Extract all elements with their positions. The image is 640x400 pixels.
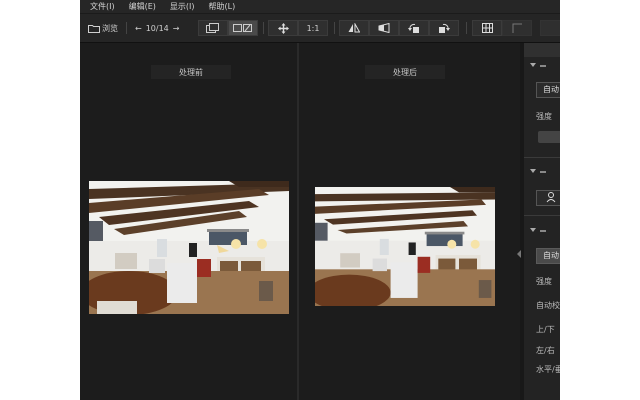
prev-image-button[interactable]: ← bbox=[135, 24, 142, 33]
compare-side-by-side-icon bbox=[206, 23, 219, 33]
toolbar-separator bbox=[263, 22, 264, 34]
rotate-right-icon bbox=[439, 23, 450, 33]
room-photo-before bbox=[89, 181, 289, 314]
rotate-right-button[interactable] bbox=[429, 20, 459, 36]
menu-file[interactable]: 文件(I) bbox=[90, 0, 115, 13]
panel-tab-bar bbox=[524, 43, 560, 57]
perspective-icon bbox=[378, 23, 390, 33]
section-icon bbox=[540, 230, 546, 232]
toolbar-separator bbox=[126, 22, 127, 34]
section-icon bbox=[540, 171, 546, 173]
face-detect-button[interactable] bbox=[536, 190, 560, 206]
before-pane: 处理前 bbox=[80, 43, 297, 400]
after-pane: 处理后 bbox=[299, 43, 520, 400]
menu-bar: 文件(I) 编辑(E) 显示(I) 帮助(L) bbox=[80, 0, 560, 13]
pan-move-button[interactable] bbox=[268, 20, 298, 36]
left-right-label: 左/右 bbox=[536, 346, 555, 355]
person-detect-icon bbox=[546, 192, 556, 203]
folder-icon bbox=[88, 24, 100, 33]
collapse-triangle-icon bbox=[530, 63, 536, 67]
strength-label: 强度 bbox=[536, 112, 552, 121]
before-image bbox=[89, 181, 289, 314]
after-image bbox=[315, 187, 495, 306]
pan-move-icon bbox=[277, 22, 289, 34]
grid-button[interactable] bbox=[472, 20, 502, 36]
panel-collapse-arrow-icon[interactable] bbox=[517, 250, 521, 258]
horizontal-vertical-label: 水平/垂直 bbox=[536, 365, 560, 374]
strength-label: 强度 bbox=[536, 277, 552, 286]
crop-button[interactable] bbox=[502, 20, 532, 36]
next-image-button[interactable]: → bbox=[173, 24, 180, 33]
page-counter: 10/14 bbox=[145, 23, 169, 33]
grid-icon bbox=[481, 23, 493, 33]
auto-correct-label: 自动校正 bbox=[536, 301, 560, 310]
browse-button[interactable]: 浏览 bbox=[88, 21, 118, 35]
adjustment-panel: 自动 强度 自动 强度 自动校正 上/下 左/右 水平/垂直 bbox=[524, 43, 560, 400]
compare-split-button[interactable] bbox=[228, 20, 258, 36]
menu-view[interactable]: 显示(I) bbox=[170, 0, 195, 13]
browse-label: 浏览 bbox=[102, 23, 118, 33]
mirror-horizontal-icon bbox=[348, 23, 360, 33]
toolbar: 浏览 ← 10/14 → 1:1 bbox=[80, 14, 560, 43]
room-photo-after bbox=[315, 187, 495, 306]
perspective-button[interactable] bbox=[369, 20, 399, 36]
mirror-button[interactable] bbox=[339, 20, 369, 36]
zoom-label: 1:1 bbox=[306, 23, 320, 33]
section-header-auto-enhance[interactable] bbox=[524, 60, 560, 72]
up-down-label: 上/下 bbox=[536, 325, 555, 334]
more-tools-button[interactable] bbox=[540, 20, 560, 36]
rotate-left-icon bbox=[408, 23, 419, 33]
before-label: 处理前 bbox=[151, 65, 231, 79]
section-header-perspective[interactable] bbox=[524, 225, 560, 237]
toolbar-separator bbox=[334, 22, 335, 34]
toolbar-separator bbox=[466, 22, 467, 34]
collapse-triangle-icon bbox=[530, 169, 536, 173]
menu-edit[interactable]: 编辑(E) bbox=[129, 0, 156, 13]
crop-corner-icon bbox=[512, 23, 522, 33]
section-divider bbox=[524, 215, 560, 216]
menu-help[interactable]: 帮助(L) bbox=[209, 0, 236, 13]
image-pager: ← 10/14 → bbox=[133, 21, 181, 35]
compare-side-by-side-button[interactable] bbox=[198, 20, 228, 36]
section-header-face[interactable] bbox=[524, 166, 560, 178]
compare-split-icon bbox=[233, 24, 252, 32]
section-icon bbox=[540, 65, 546, 67]
auto-perspective-button[interactable]: 自动 bbox=[536, 248, 560, 264]
auto-button[interactable]: 自动 bbox=[536, 82, 560, 98]
after-label: 处理后 bbox=[365, 65, 445, 79]
collapse-triangle-icon bbox=[530, 228, 536, 232]
zoom-1to1-button[interactable]: 1:1 bbox=[298, 20, 328, 36]
section-divider bbox=[524, 157, 560, 158]
photo-editor-window: 文件(I) 编辑(E) 显示(I) 帮助(L) 浏览 ← 10/14 → 1:1… bbox=[80, 0, 560, 400]
strength-slider[interactable] bbox=[538, 131, 560, 143]
rotate-left-button[interactable] bbox=[399, 20, 429, 36]
